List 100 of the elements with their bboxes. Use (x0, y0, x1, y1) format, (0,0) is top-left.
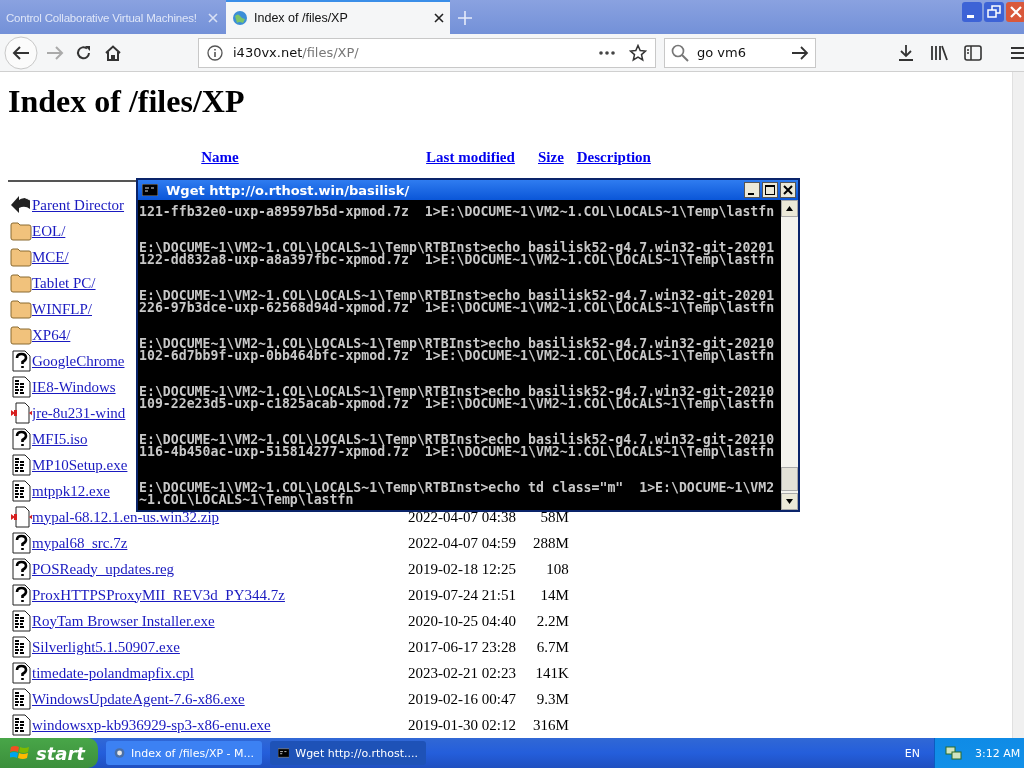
file-link[interactable]: mypal-68.12.1.en-us.win32.zip (32, 508, 220, 525)
clock: 3:12 AM (975, 746, 1021, 760)
menu-icon[interactable] (1010, 45, 1024, 60)
file-link[interactable]: mypal68_src.7z (32, 534, 128, 551)
file-link[interactable]: MCE/ (32, 248, 69, 265)
file-size: 9.3M (536, 690, 569, 707)
file-link[interactable]: MFI5.iso (32, 430, 88, 447)
go-arrow-icon[interactable] (791, 44, 809, 61)
folder-icon (10, 298, 32, 320)
browser-icon (114, 745, 126, 761)
unknown-file-icon (10, 662, 32, 684)
network-icon[interactable] (945, 745, 963, 761)
unknown-file-icon (10, 558, 32, 580)
console-icon (278, 747, 290, 759)
file-link[interactable]: mtppk12.exe (32, 482, 110, 499)
file-link[interactable]: IE8-Windows (32, 378, 116, 395)
globe-icon (232, 10, 248, 26)
console-line: E:\DOCUME~1\VM2~1.COL\LOCALS~1\Temp\RTBInst>echo basilisk52-g4.7.win32-git-20201 (139, 290, 776, 302)
console-line: E:\DOCUME~1\VM2~1.COL\LOCALS~1\Temp\RTBInst>echo basilisk52-g4.7.win32-git-20210 (139, 338, 776, 350)
windows-logo-icon (10, 744, 30, 762)
file-size: 6.7M (536, 638, 569, 655)
start-button[interactable]: start (0, 738, 98, 768)
file-link[interactable]: WINFLP/ (32, 300, 92, 317)
download-icon[interactable] (898, 43, 914, 62)
binary-file-icon (10, 610, 32, 632)
maximize-icon[interactable] (762, 182, 778, 198)
file-link[interactable]: windowsxp-kb936929-sp3-x86-enu.exe (32, 716, 271, 733)
taskbar-button[interactable]: Index of /files/XP - M... (106, 741, 262, 765)
console-line: 122-dd832a8-uxp-a8a397fbc-xpmod.7z 1>E:\DOCUME~1\VM2~1.COL\LOCALS~1\Temp\lastfn (139, 254, 776, 266)
address-field[interactable]: i430vx.net/files/XP/ (198, 37, 656, 68)
modified-date: 2022-04-07 04:59 (408, 534, 516, 551)
page-heading: Index of /files/XP (8, 83, 246, 120)
scroll-up-icon[interactable] (781, 200, 798, 217)
modified-date: 2019-02-18 12:25 (408, 560, 516, 577)
file-link[interactable]: GoogleChrome (32, 352, 125, 369)
url-text: i430vx.net/files/XP/ (233, 45, 360, 60)
folder-icon (10, 272, 32, 294)
file-link[interactable]: WindowsUpdateAgent-7.6-x86.exe (32, 690, 245, 707)
file-size: 2.2M (536, 612, 569, 629)
minimize-icon[interactable] (744, 182, 760, 198)
modified-date: 2023-02-21 02:23 (408, 664, 516, 681)
scrollbar[interactable] (781, 200, 798, 510)
console-line: 121-ffb32e0-uxp-a89597b5d-xpmod.7z 1>E:\DOCUME~1\VM2~1.COL\LOCALS~1\Temp\lastfn (139, 206, 776, 218)
file-link[interactable]: EOL/ (32, 222, 66, 239)
back-icon[interactable] (4, 35, 38, 70)
file-link[interactable]: jre-8u231-wind (32, 404, 126, 421)
console-line: 226-97b3dce-uxp-62568d94d-xpmod.7z 1>E:\DOCUME~1\VM2~1.COL\LOCALS~1\Temp\lastfn (139, 302, 776, 314)
column-header-link[interactable]: Size (538, 148, 564, 165)
file-link[interactable]: ProxHTTPSProxyMII_REV3d_PY344.7z (32, 586, 285, 603)
column-header-link[interactable]: Last modified (426, 148, 515, 165)
file-link[interactable]: MP10Setup.exe (32, 456, 128, 473)
file-size: 288M (533, 534, 569, 551)
binary-file-icon (10, 636, 32, 658)
console-line: ~1.COL\LOCALS~1\Temp\lastfn (139, 494, 354, 506)
file-link[interactable]: RoyTam Browser Installer.exe (32, 612, 215, 629)
close-icon[interactable] (434, 13, 444, 23)
unknown-file-icon (10, 532, 32, 554)
binary-file-icon (10, 688, 32, 710)
bookmark-star-icon[interactable] (629, 43, 647, 62)
unknown-file-icon (10, 584, 32, 606)
taskbar-button[interactable]: Wget http://o.rthost.... (270, 741, 426, 765)
library-icon[interactable] (930, 44, 948, 61)
folder-icon (10, 324, 32, 346)
more-icon[interactable] (599, 50, 615, 55)
browser-tab[interactable]: Index of /files/XP (226, 0, 450, 34)
file-size: 141K (535, 664, 569, 681)
search-icon (671, 43, 689, 62)
sidebar-icon[interactable] (964, 44, 982, 61)
modified-date: 2019-01-30 02:12 (408, 716, 516, 733)
search-field[interactable]: go vm6 (664, 37, 816, 68)
file-link[interactable]: Silverlight5.1.50907.exe (32, 638, 180, 655)
modified-date: 2020-10-25 04:40 (408, 612, 516, 629)
file-link[interactable]: timedate-polandmapfix.cpl (32, 664, 195, 681)
restore-icon[interactable] (984, 2, 1004, 22)
file-link[interactable]: XP64/ (32, 326, 71, 343)
modified-date: 2017-06-17 23:28 (408, 638, 516, 655)
console-line: 109-22e23d5-uxp-c1825acab-xpmod.7z 1>E:\DOCUME~1\VM2~1.COL\LOCALS~1\Temp\lastfn (139, 398, 776, 410)
console-title: Wget http://o.rthost.win/basilisk/ (166, 182, 411, 198)
file-size: 316M (533, 716, 569, 733)
info-icon (207, 44, 223, 61)
file-link[interactable]: POSReady_updates.reg (32, 560, 175, 577)
reload-icon[interactable] (76, 44, 92, 61)
file-size: 14M (540, 586, 569, 603)
language-indicator[interactable]: EN (904, 746, 920, 760)
column-header-link[interactable]: Description (576, 148, 651, 165)
file-link[interactable]: Parent Director (32, 196, 125, 213)
console-line: E:\DOCUME~1\VM2~1.COL\LOCALS~1\Temp\RTBInst>echo basilisk52-g4.7.win32-git-20201 (139, 242, 776, 254)
modified-date: 2019-02-16 00:47 (408, 690, 516, 707)
scroll-down-icon[interactable] (781, 493, 798, 510)
home-icon[interactable] (104, 44, 122, 61)
folder-icon (10, 246, 32, 268)
column-header-link[interactable]: Name (201, 148, 239, 165)
unknown-file-icon (10, 350, 32, 372)
compressed-file-icon (10, 506, 32, 528)
close-icon[interactable] (780, 182, 796, 198)
file-link[interactable]: Tablet PC/ (32, 274, 96, 291)
scroll-thumb[interactable] (781, 467, 798, 491)
binary-file-icon (10, 454, 32, 476)
console-window[interactable] (136, 178, 800, 512)
console-icon (142, 184, 158, 196)
